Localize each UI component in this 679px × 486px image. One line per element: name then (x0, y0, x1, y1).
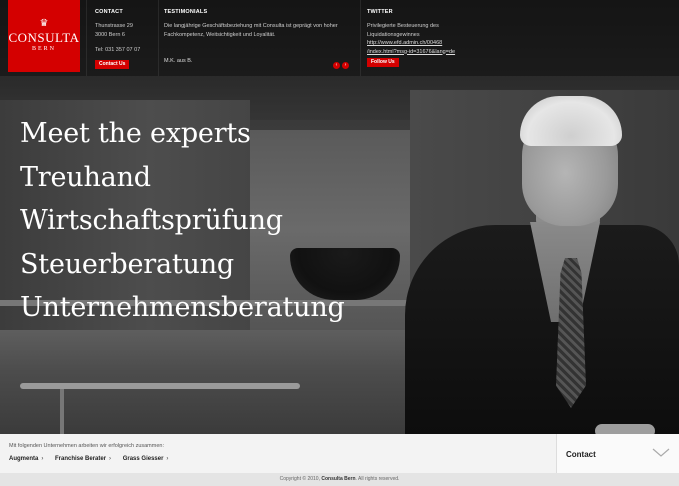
top-info-bar: ♛ CONSULTA BERN CONTACT Thunstrasse 29 3… (0, 0, 679, 76)
logo-city: BERN (31, 46, 56, 52)
partner-label: Augmenta (9, 456, 39, 462)
testimonial-author: M.K. aus B. (164, 58, 193, 64)
contact-panel-label: Contact (566, 450, 596, 459)
headline-steuerberatung[interactable]: Steuerberatung (20, 243, 345, 287)
tweet-link-line: /index.html?msg-id=31676&lang=de (367, 48, 456, 55)
chevron-right-icon: › (41, 456, 44, 462)
partners-list: Augmenta › Franchise Berater › Grass Giess… (9, 456, 178, 462)
copyright-prefix: Copyright © 2010, (279, 476, 320, 482)
headline-meet-the-experts[interactable]: Meet the experts (20, 112, 345, 156)
person-hands (595, 424, 655, 434)
consulta-logo[interactable]: ♛ CONSULTA BERN (8, 0, 80, 72)
partner-link-franchise-berater[interactable]: Franchise Berater › (55, 456, 111, 462)
testimonials-heading: TESTIMONIALS (164, 9, 208, 15)
hero-rail-leg (60, 389, 64, 434)
testimonial-next-button[interactable]: › (342, 62, 349, 69)
contact-us-button[interactable]: Contact Us (95, 59, 130, 69)
headline-treuhand[interactable]: Treuhand (20, 156, 345, 200)
contact-phone: Tel: 031 357 07 07 (95, 47, 141, 53)
testimonial-text: Die langjährige Geschäftsbeziehung mit C… (164, 23, 338, 38)
partners-intro: Mit folgenden Unternehmen arbeiten wir e… (9, 443, 164, 449)
person-tie (556, 258, 586, 408)
tweet-text: Privilegierte Besteuerung des Liquidatio… (367, 23, 439, 38)
logo-name: CONSULTA (8, 30, 80, 45)
partner-link-grass-giesser[interactable]: Grass Giesser › (123, 456, 169, 462)
service-headlines: Meet the experts Treuhand Wirtschaftsprü… (20, 112, 345, 330)
partner-label: Franchise Berater (55, 456, 107, 462)
twitter-heading: TWITTER (367, 9, 393, 15)
contact-column: CONTACT Thunstrasse 29 3000 Bern 6 Tel: … (95, 0, 155, 69)
contact-heading: CONTACT (95, 9, 123, 15)
testimonial-prev-button[interactable]: ‹ (333, 62, 340, 69)
follow-us-button[interactable]: Follow Us (367, 58, 399, 67)
headline-wirtschaftspruefung[interactable]: Wirtschaftsprüfung (20, 199, 345, 243)
tweet-link-line: http://www.efd.admin.ch/00468 (367, 40, 443, 46)
twitter-column: TWITTER Privilegierte Besteuerung des Li… (367, 0, 467, 67)
testimonials-column: TESTIMONIALS Die langjährige Geschäftsbe… (164, 0, 354, 66)
partner-link-augmenta[interactable]: Augmenta › (9, 456, 43, 462)
contact-address: Thunstrasse 29 3000 Bern 6 Tel: 031 357 … (95, 22, 155, 55)
column-divider (158, 0, 159, 76)
partners-bar: Mit folgenden Unternehmen arbeiten wir e… (0, 434, 556, 473)
copyright-suffix: . All rights reserved. (355, 476, 400, 482)
crown-icon: ♛ (39, 18, 49, 29)
copyright-company: Consulta Bern (321, 476, 356, 482)
column-divider (360, 0, 361, 76)
tweet-link[interactable]: http://www.efd.admin.ch/00468 /index.htm… (367, 39, 467, 56)
headline-unternehmensberatung[interactable]: Unternehmensberatung (20, 286, 345, 330)
chevron-right-icon: › (166, 456, 169, 462)
contact-panel-toggle[interactable]: Contact (556, 434, 679, 473)
column-divider (86, 0, 87, 76)
contact-zip-city: 3000 Bern 6 (95, 31, 125, 38)
chevron-right-icon: › (109, 456, 112, 462)
person-hair (520, 96, 622, 146)
copyright-bar: Copyright © 2010, Consulta Bern. All rig… (0, 473, 679, 486)
chevron-down-icon (652, 448, 670, 457)
contact-street: Thunstrasse 29 (95, 23, 133, 29)
partner-label: Grass Giesser (122, 456, 164, 462)
